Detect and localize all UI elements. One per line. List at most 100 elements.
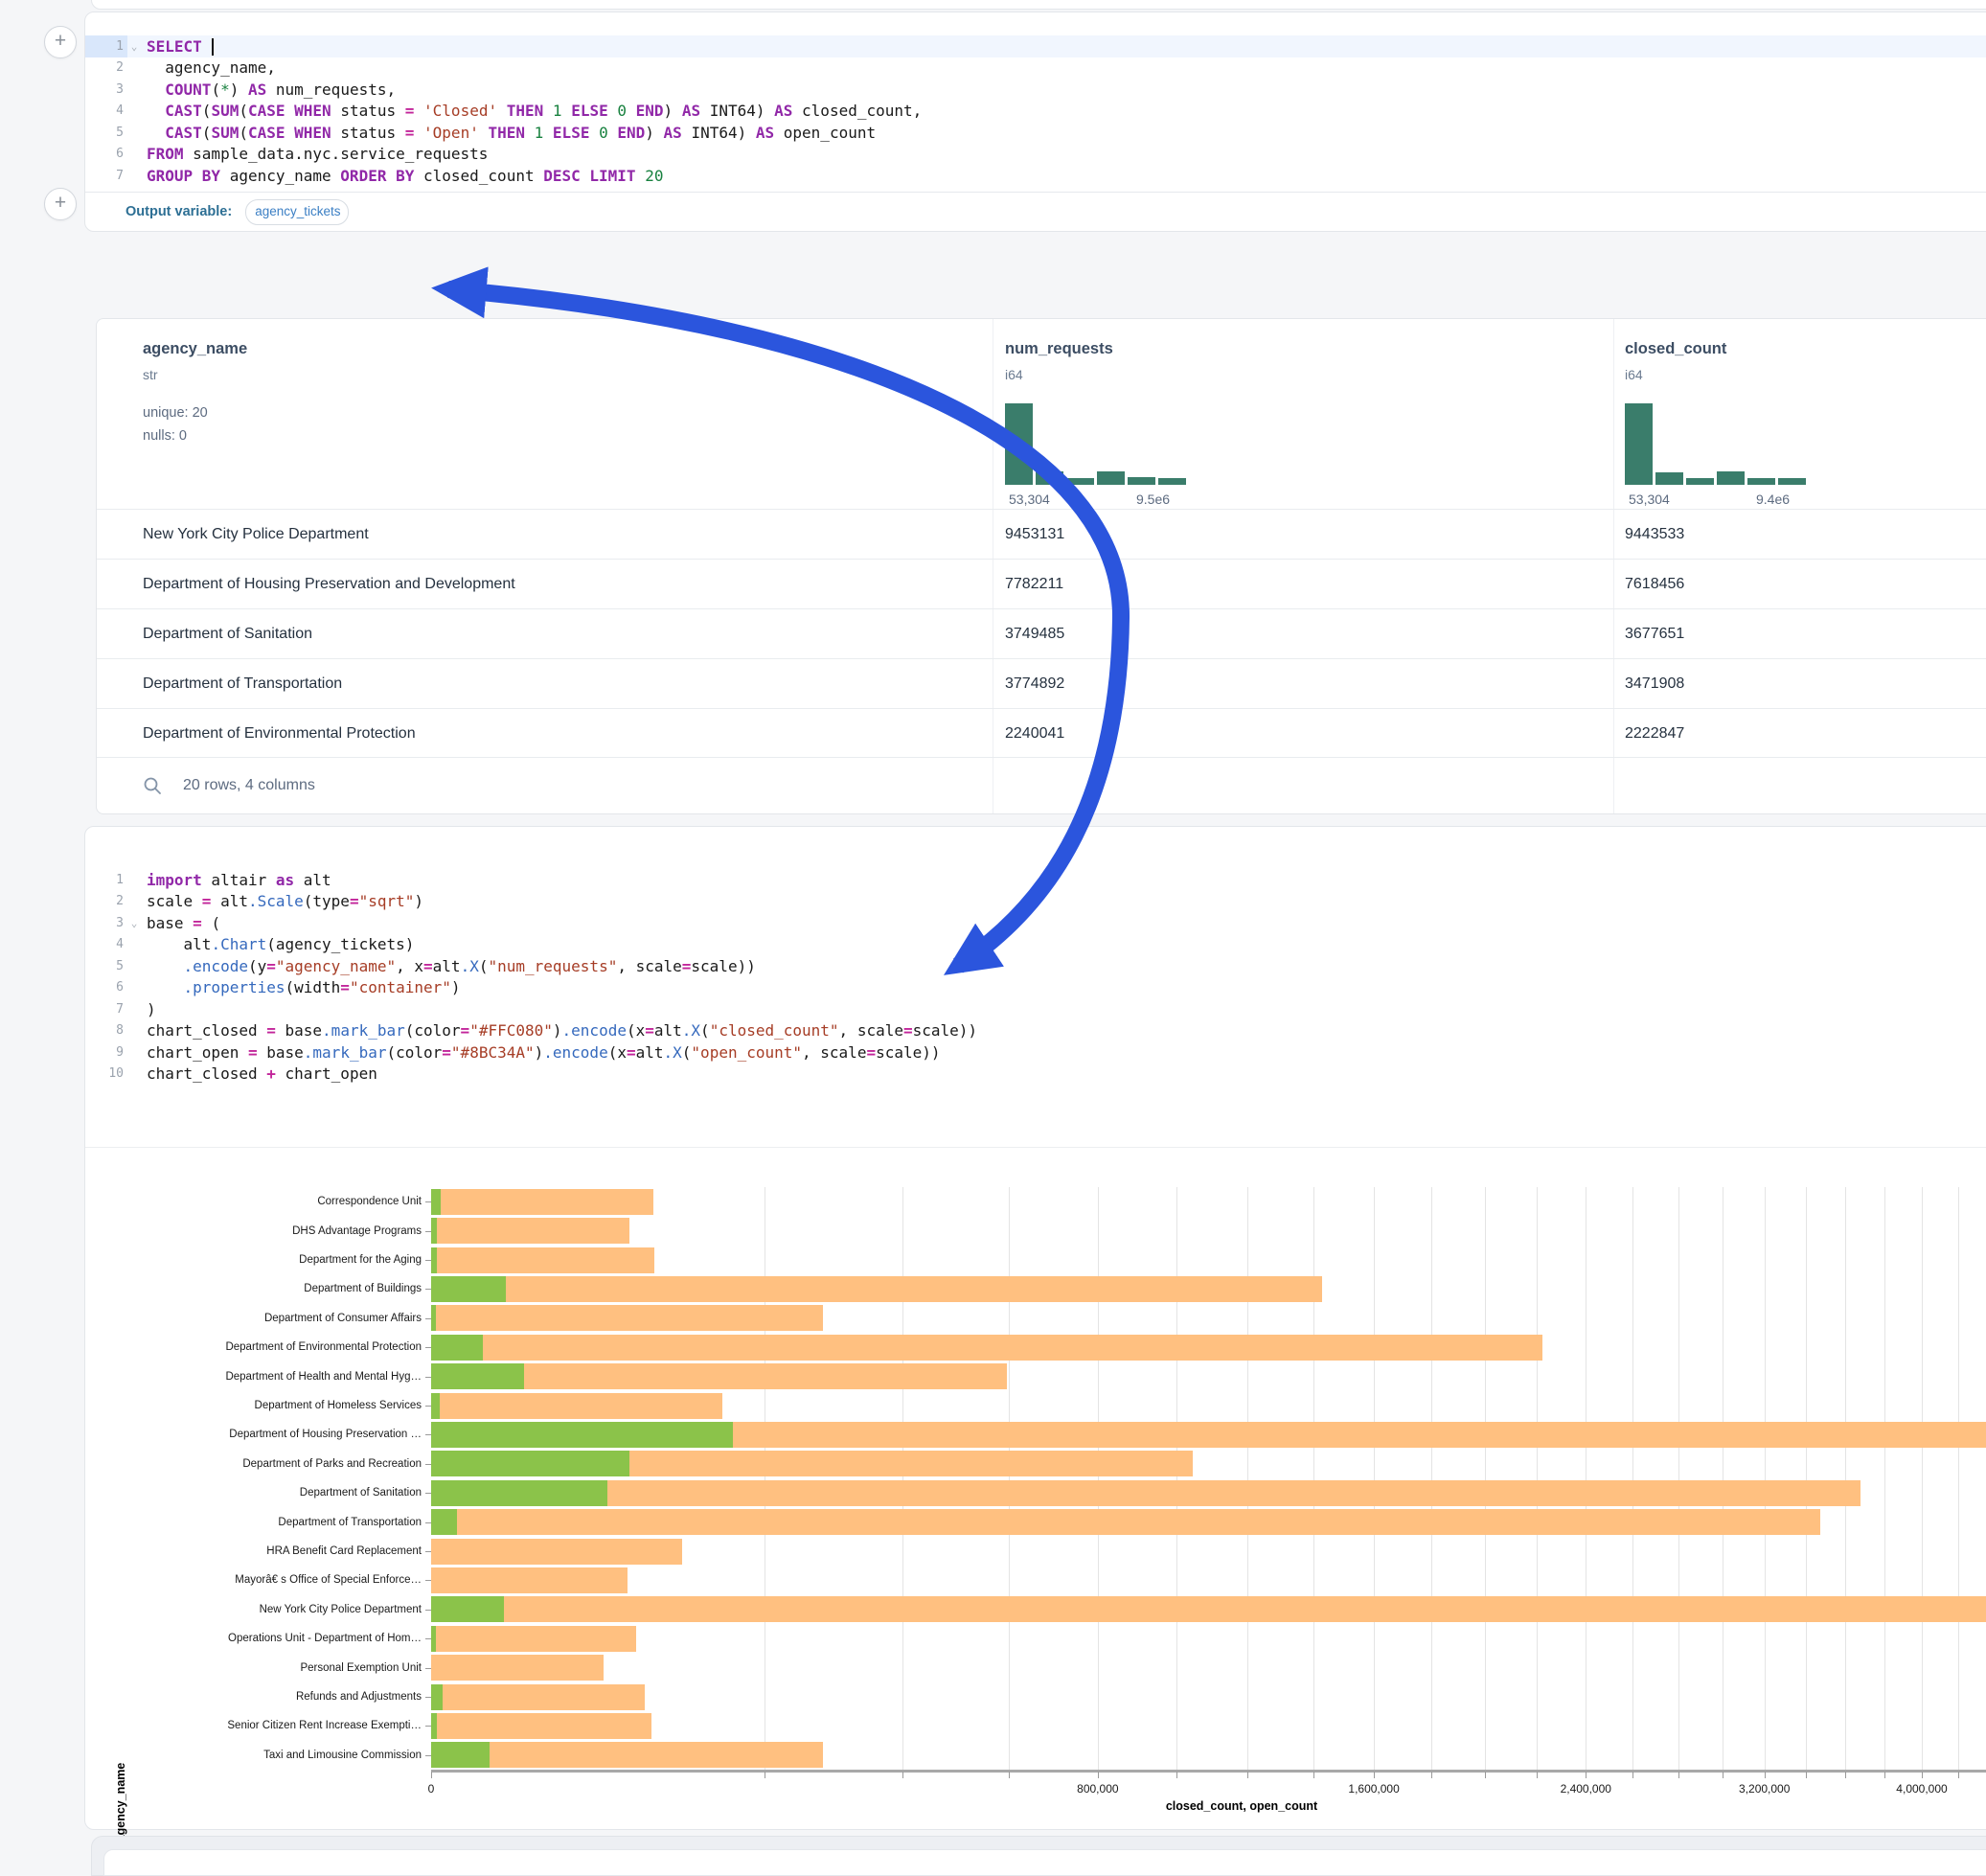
y-axis-tick	[425, 1260, 431, 1261]
code-line[interactable]: 2scale = alt.Scale(type="sqrt")	[85, 891, 1986, 913]
y-axis-tick	[425, 1493, 431, 1494]
code-line[interactable]: 7GROUP BY agency_name ORDER BY closed_co…	[85, 165, 1986, 187]
gridline	[1176, 1187, 1177, 1770]
gridline	[1806, 1187, 1807, 1770]
collapse-chevron-icon[interactable]: ⌄	[127, 40, 141, 53]
x-axis-tick-label: 3,200,000	[1739, 1782, 1790, 1796]
result-table-card: agency_name str unique: 20 nulls: 0 num_…	[96, 318, 1986, 814]
code-line[interactable]: 4 CAST(SUM(CASE WHEN status = 'Closed' T…	[85, 101, 1986, 123]
gridline	[1632, 1187, 1633, 1770]
code-line[interactable]: 5 CAST(SUM(CASE WHEN status = 'Open' THE…	[85, 122, 1986, 144]
y-axis-tick	[425, 1318, 431, 1319]
y-axis-tick	[425, 1668, 431, 1669]
line-number: 4	[85, 101, 127, 123]
code-line[interactable]: 3⌄base = (	[85, 912, 1986, 934]
y-axis-tick	[425, 1406, 431, 1407]
code-line[interactable]: 3 COUNT(*) AS num_requests,	[85, 79, 1986, 101]
histogram-bar	[1036, 471, 1063, 485]
x-axis-tick	[1431, 1772, 1432, 1778]
python-code-editor[interactable]: 1 import altair as alt 2scale = alt.Scale(…	[85, 869, 1986, 1085]
column-type: i64	[1625, 367, 1643, 382]
cell-agency-name: Department of Environmental Protection	[143, 709, 416, 759]
histogram-bar	[1625, 403, 1653, 485]
code-text: chart_open = base.mark_bar(color="#8BC34…	[141, 1043, 941, 1062]
code-text: chart_closed = base.mark_bar(color="#FFC…	[141, 1021, 977, 1040]
histogram-bar	[1097, 471, 1125, 485]
gridline	[1586, 1187, 1587, 1770]
gridline	[1313, 1187, 1314, 1770]
code-text: alt.Chart(agency_tickets)	[141, 935, 414, 953]
table-row[interactable]: Department of Environmental Protection 22…	[97, 708, 1986, 759]
open-count-bar	[431, 1480, 607, 1506]
code-line[interactable]: 4 alt.Chart(agency_tickets)	[85, 934, 1986, 956]
closed-count-bar	[431, 1596, 1986, 1622]
y-axis-tick	[425, 1522, 431, 1523]
y-axis-tick	[425, 1697, 431, 1698]
table-row[interactable]: Department of Housing Preservation and D…	[97, 559, 1986, 609]
cell-num-requests: 2240041	[1005, 709, 1064, 759]
closed-count-bar	[431, 1742, 823, 1768]
altair-chart: agency_name 0800,0001,600,0002,400,0003,…	[85, 1148, 1986, 1828]
cell-num-requests: 3774892	[1005, 659, 1064, 709]
table-row[interactable]: Department of Transportation377489234719…	[97, 658, 1986, 709]
code-line[interactable]: 6FROM sample_data.nyc.service_requests	[85, 144, 1986, 166]
y-axis-label: New York City Police Department	[104, 1603, 422, 1616]
x-axis-tick	[1009, 1772, 1010, 1778]
code-line[interactable]: 1 import altair as alt	[85, 869, 1986, 891]
histogram-bar	[1717, 471, 1745, 485]
code-line[interactable]: 5 .encode(y="agency_name", x=alt.X("num_…	[85, 955, 1986, 977]
x-axis-tick	[1806, 1772, 1807, 1778]
gridline	[1009, 1187, 1010, 1770]
code-line[interactable]: 9chart_open = base.mark_bar(color="#8BC3…	[85, 1041, 1986, 1064]
cell-agency-name: Department of Housing Preservation and D…	[143, 560, 515, 609]
histogram-bar	[1005, 403, 1033, 485]
code-text: COUNT(*) AS num_requests,	[141, 80, 396, 99]
closed-count-bar	[431, 1567, 628, 1593]
table-row[interactable]: New York City Police Department945313194…	[97, 509, 1986, 560]
closed-count-bar	[431, 1655, 604, 1681]
code-line[interactable]: 10chart_closed + chart_open	[85, 1064, 1986, 1086]
table-row[interactable]: Department of Sanitation37494853677651	[97, 608, 1986, 659]
y-axis-label: Correspondence Unit	[104, 1195, 422, 1208]
notebook-page: { "sql_cell": { "output_label": "Output …	[0, 0, 1986, 1863]
y-axis-tick	[425, 1755, 431, 1756]
code-line[interactable]: 2 agency_name,	[85, 57, 1986, 80]
code-line[interactable]: 7)	[85, 998, 1986, 1020]
histogram-min-label: 53,304	[1629, 492, 1670, 507]
y-axis-label: Personal Exemption Unit	[104, 1661, 422, 1675]
code-text: import altair as alt	[141, 871, 331, 889]
y-axis-tick	[425, 1580, 431, 1581]
y-axis-label: Department of Health and Mental Hyg…	[104, 1370, 422, 1384]
x-axis-tick-label: 2,400,000	[1561, 1782, 1611, 1796]
open-count-bar	[431, 1713, 437, 1739]
line-number: 8	[85, 1020, 127, 1042]
open-count-bar	[431, 1742, 490, 1768]
python-cell-card: 1 import altair as alt 2scale = alt.Scale(…	[84, 826, 1986, 1830]
x-axis-tick	[1313, 1772, 1314, 1778]
y-axis-label: HRA Benefit Card Replacement	[104, 1544, 422, 1558]
collapse-chevron-icon[interactable]: ⌄	[127, 917, 141, 929]
search-icon[interactable]	[143, 776, 162, 795]
row-column-count: 20 rows, 4 columns	[183, 777, 315, 794]
x-axis-tick	[1176, 1772, 1177, 1778]
output-variable-pill[interactable]: agency_tickets	[245, 199, 349, 225]
cell-agency-name: Department of Sanitation	[143, 609, 312, 659]
x-axis-tick	[1884, 1772, 1885, 1778]
code-line[interactable]: 1⌄SELECT	[85, 35, 1986, 57]
y-axis-label: Senior Citizen Rent Increase Exempti…	[104, 1719, 422, 1732]
x-axis-tick	[902, 1772, 903, 1778]
code-line[interactable]: 8 chart_closed = base.mark_bar(color="#FF…	[85, 1020, 1986, 1042]
line-number: 4	[85, 934, 127, 956]
line-number: 2	[85, 57, 127, 80]
open-count-bar	[431, 1305, 436, 1331]
column-title: num_requests	[1005, 340, 1113, 358]
closed-count-bar	[431, 1713, 651, 1739]
code-line[interactable]: 6 .properties(width="container")	[85, 977, 1986, 999]
sql-code-editor[interactable]: 1⌄SELECT 2 agency_name,3 COUNT(*) AS num…	[85, 35, 1986, 187]
add-cell-button-output[interactable]: +	[44, 188, 77, 220]
line-number: 1	[85, 869, 127, 891]
add-cell-button-top[interactable]: +	[44, 26, 77, 58]
column-title: closed_count	[1625, 340, 1726, 358]
gridline	[1431, 1187, 1432, 1770]
gridline	[1678, 1187, 1679, 1770]
